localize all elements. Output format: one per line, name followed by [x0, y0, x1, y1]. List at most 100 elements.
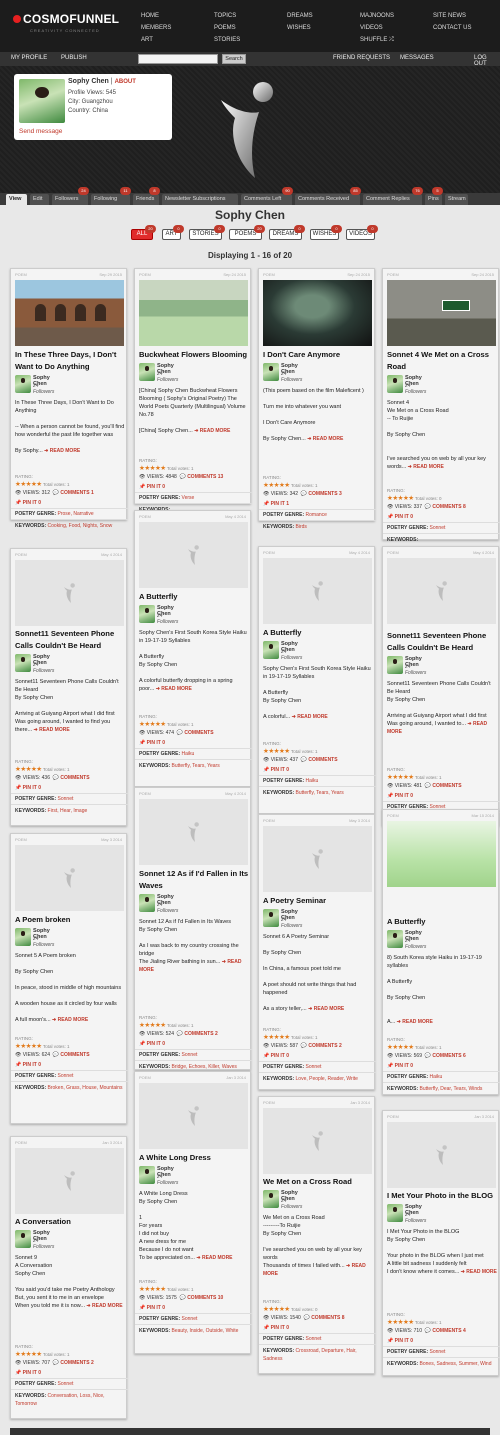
- poem-title[interactable]: I Met Your Photo in the BLOG: [387, 1190, 497, 1202]
- messages-link[interactable]: MESSAGES: [400, 55, 434, 61]
- comments-link[interactable]: COMMENTS 10: [187, 1295, 223, 1301]
- rating-stars[interactable]: ★★★★★: [15, 766, 42, 773]
- genre-value[interactable]: Sonnet: [306, 1336, 322, 1342]
- keywords-value[interactable]: Butterfly, Dear, Tears, Winds: [420, 1086, 483, 1092]
- rating-stars[interactable]: ★★★★★: [387, 774, 414, 781]
- pin-label[interactable]: PIN IT: [23, 500, 37, 506]
- poem-card[interactable]: POEM Sep 24 2015 I Don't Care Anymore Sophy…: [258, 268, 376, 530]
- rating-stars[interactable]: ★★★★★: [139, 721, 166, 728]
- genre-value[interactable]: Sonnet: [430, 525, 446, 531]
- pin-label[interactable]: PIN IT: [23, 785, 37, 791]
- poem-card[interactable]: POEM Jan 3 2014 A White Long Dress Sophy Ch…: [134, 1071, 252, 1354]
- comments-link[interactable]: COMMENTS 2: [308, 1043, 341, 1049]
- read-more-link[interactable]: ➜ READ MORE: [306, 436, 344, 442]
- read-more-label[interactable]: READ MORE: [313, 436, 344, 442]
- read-more-label[interactable]: READ MORE: [466, 1269, 497, 1275]
- nav-home[interactable]: HOME: [141, 10, 171, 22]
- poem-card[interactable]: POEM Jan 3 2014 A Conversation Sophy Chen 24…: [10, 1136, 128, 1419]
- nav-art[interactable]: ART: [141, 34, 171, 46]
- filter-all[interactable]: ALL 20: [131, 225, 156, 240]
- genre-value[interactable]: Sonnet: [306, 1064, 322, 1070]
- poem-card[interactable]: POEM May 4 2014 A Butterfly Sophy Chen 24 Fo…: [134, 510, 252, 787]
- poem-thumbnail[interactable]: [387, 821, 496, 887]
- publish-link[interactable]: PUBLISH: [61, 55, 87, 61]
- tab-comments-left[interactable]: Comments Left: [241, 194, 292, 205]
- genre-value[interactable]: Sonnet: [58, 1073, 74, 1079]
- poem-thumbnail[interactable]: [15, 280, 124, 346]
- read-more-link[interactable]: ➜ READ MORE: [406, 464, 444, 470]
- poem-thumbnail[interactable]: [139, 522, 248, 588]
- comments-link[interactable]: COMMENTS 2: [60, 1360, 93, 1366]
- poem-thumbnail[interactable]: [15, 1148, 124, 1214]
- pin-row[interactable]: 📌 PIN IT 0: [15, 1370, 41, 1376]
- site-logo[interactable]: COSMOFUNNEL: [13, 12, 119, 26]
- read-more-link[interactable]: ➜ READ MORE: [195, 1255, 233, 1261]
- read-more-link[interactable]: ➜ READ MORE: [85, 1303, 123, 1309]
- author-avatar[interactable]: [387, 930, 403, 948]
- author-avatar[interactable]: [139, 605, 155, 623]
- author-avatar[interactable]: [15, 375, 31, 393]
- pin-label[interactable]: PIN IT: [271, 767, 285, 773]
- keywords-value[interactable]: Bones, Sadness, Summer, Wind: [420, 1361, 492, 1367]
- pin-row[interactable]: 📌 PIN IT 0: [387, 1338, 413, 1344]
- pin-row[interactable]: 📌 PIN IT 1: [263, 501, 289, 507]
- tab-followers[interactable]: Followers: [52, 194, 88, 205]
- tab-following[interactable]: Following: [91, 194, 130, 205]
- pin-row[interactable]: 📌 PIN IT 0: [387, 1063, 413, 1069]
- genre-value[interactable]: Prose, Narrative: [58, 511, 94, 517]
- tab-newsletter-subscriptions[interactable]: Newsletter Subscriptions: [162, 194, 238, 205]
- read-more-link[interactable]: ➜ READ MORE: [459, 1269, 497, 1275]
- comments-link[interactable]: COMMENTS: [60, 775, 89, 781]
- poem-thumbnail[interactable]: [139, 799, 248, 865]
- poem-title[interactable]: Buckwheat Flowers Blooming: [139, 349, 249, 361]
- rating-stars[interactable]: ★★★★★: [139, 465, 166, 472]
- poem-title[interactable]: A Conversation: [15, 1216, 125, 1228]
- poem-thumbnail[interactable]: [387, 1122, 496, 1188]
- genre-value[interactable]: Haiku: [306, 778, 319, 784]
- rating-stars[interactable]: ★★★★★: [263, 1034, 290, 1041]
- poem-title[interactable]: Sonnet11 Seventeen Phone Calls Couldn't …: [387, 630, 497, 654]
- read-more-label[interactable]: READ MORE: [200, 428, 231, 434]
- friend-requests-link[interactable]: FRIEND REQUESTS: [333, 55, 390, 61]
- keywords-value[interactable]: Love, People, Reader, Write: [296, 1076, 358, 1082]
- poem-thumbnail[interactable]: [263, 280, 372, 346]
- pin-label[interactable]: PIN IT: [23, 1062, 37, 1068]
- filter-stories[interactable]: STORIES 0: [189, 225, 225, 240]
- pin-label[interactable]: PIN IT: [271, 1053, 285, 1059]
- keywords-value[interactable]: Broken, Grass, House, Mountains: [48, 1085, 123, 1091]
- pin-row[interactable]: 📌 PIN IT 0: [15, 1062, 41, 1068]
- pin-row[interactable]: 📌 PIN IT 0: [263, 1053, 289, 1059]
- keywords-value[interactable]: Cooking, Food, Nights, Snow: [48, 523, 113, 529]
- author-avatar[interactable]: [15, 1230, 31, 1248]
- keywords-value[interactable]: First, Hear, Image: [48, 808, 88, 814]
- rating-stars[interactable]: ★★★★★: [15, 1351, 42, 1358]
- author-avatar[interactable]: [263, 1190, 279, 1208]
- filter-art[interactable]: ART 0: [162, 225, 184, 240]
- poem-thumbnail[interactable]: [263, 826, 372, 892]
- tab-comments-received[interactable]: Comments Received: [295, 194, 360, 205]
- rating-stars[interactable]: ★★★★★: [263, 1306, 290, 1313]
- genre-value[interactable]: Sonnet: [58, 796, 74, 802]
- nav-poems[interactable]: POEMS: [214, 22, 240, 34]
- rating-stars[interactable]: ★★★★★: [387, 495, 414, 502]
- poem-title[interactable]: A Poetry Seminar: [263, 895, 373, 907]
- read-more-label[interactable]: READ MORE: [39, 727, 70, 733]
- filter-poems[interactable]: POEMS 20: [229, 225, 265, 240]
- nav-site-news[interactable]: SITE NEWS: [433, 10, 471, 22]
- pin-label[interactable]: PIN IT: [147, 484, 161, 490]
- pin-row[interactable]: 📌 PIN IT 0: [387, 793, 413, 799]
- pin-row[interactable]: 📌 PIN IT 0: [139, 484, 165, 490]
- filter-wishes[interactable]: WISHES 0: [310, 225, 342, 240]
- poem-title[interactable]: A Butterfly: [263, 627, 373, 639]
- rating-stars[interactable]: ★★★★★: [139, 1022, 166, 1029]
- tab-stream[interactable]: Stream: [445, 194, 468, 205]
- pin-row[interactable]: 📌 PIN IT 0: [263, 1325, 289, 1331]
- read-more-label[interactable]: READ MORE: [92, 1303, 123, 1309]
- nav-shuffle-label[interactable]: SHUFFLE: [360, 37, 387, 43]
- nav-wishes[interactable]: WISHES: [287, 22, 313, 34]
- send-message-link[interactable]: Send message: [19, 128, 62, 135]
- author-avatar[interactable]: [139, 894, 155, 912]
- poem-card[interactable]: POEM Sep 24 2015 Buckwheat Flowers Bloomin…: [134, 268, 252, 513]
- avatar[interactable]: [19, 79, 65, 123]
- read-more-label[interactable]: READ MORE: [202, 1255, 233, 1261]
